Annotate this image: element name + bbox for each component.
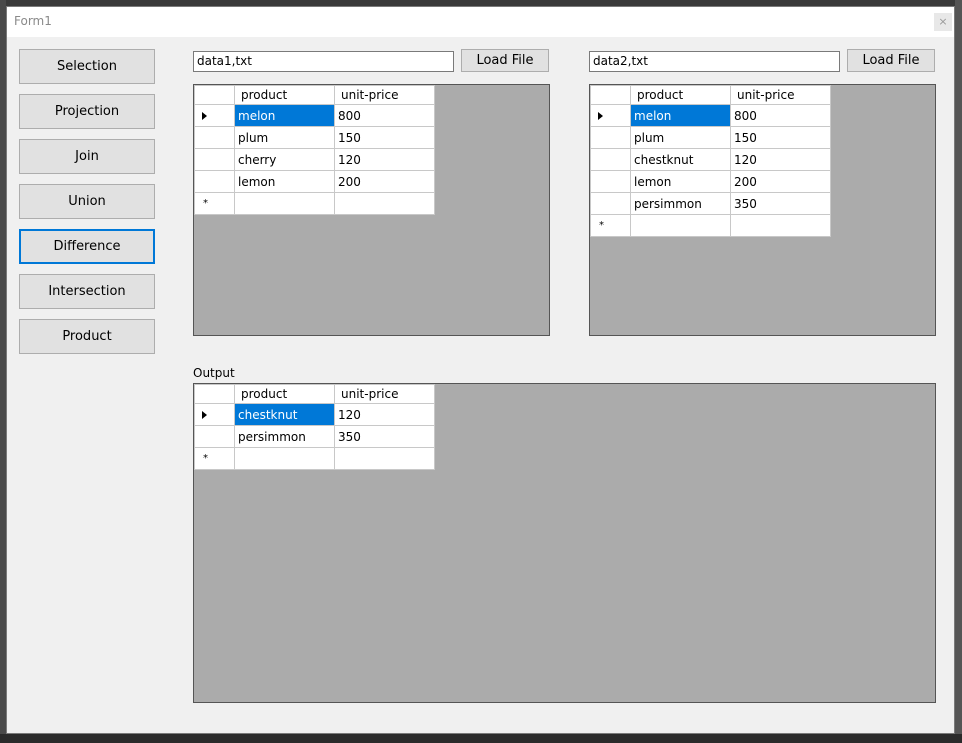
table-row[interactable]: plum 150 (194, 126, 435, 149)
selection-button[interactable]: Selection (19, 49, 155, 84)
column-header-unit-price[interactable]: unit-price (334, 85, 435, 105)
intersection-button[interactable]: Intersection (19, 274, 155, 309)
table-row[interactable]: persimmon 350 (590, 192, 831, 215)
output-table: product unit-price chestknut 120 persimm… (194, 384, 435, 470)
new-row[interactable]: * (590, 214, 831, 237)
grid-corner-header (590, 85, 631, 105)
cell-unit-price[interactable]: 120 (334, 148, 435, 171)
new-row[interactable]: * (194, 447, 435, 470)
new-cell-product[interactable] (630, 214, 731, 237)
new-row-icon: * (203, 198, 208, 209)
cell-unit-price[interactable]: 120 (730, 148, 831, 171)
data2-load-file-button[interactable]: Load File (847, 49, 935, 72)
data2-table: product unit-price melon 800 plum 150 ch… (590, 85, 831, 237)
data2-grid[interactable]: product unit-price melon 800 plum 150 ch… (589, 84, 936, 336)
cell-unit-price[interactable]: 150 (730, 126, 831, 149)
row-header[interactable] (194, 148, 235, 171)
grid-corner-header (194, 384, 235, 404)
cell-product[interactable]: persimmon (630, 192, 731, 215)
row-pointer-icon (202, 112, 207, 120)
grid-corner-header (194, 85, 235, 105)
cell-product[interactable]: melon (630, 104, 731, 127)
row-header[interactable] (194, 425, 235, 448)
new-row-icon: * (203, 453, 208, 464)
column-header-product[interactable]: product (234, 85, 335, 105)
column-header-unit-price[interactable]: unit-price (334, 384, 435, 404)
table-row[interactable]: lemon 200 (590, 170, 831, 193)
cell-product[interactable]: cherry (234, 148, 335, 171)
cell-product[interactable]: chestknut (630, 148, 731, 171)
new-cell-unit-price[interactable] (334, 192, 435, 215)
product-button[interactable]: Product (19, 319, 155, 354)
row-header[interactable] (590, 126, 631, 149)
column-header-product[interactable]: product (234, 384, 335, 404)
cell-unit-price[interactable]: 200 (730, 170, 831, 193)
new-row-icon: * (599, 220, 604, 231)
close-icon[interactable]: × (934, 13, 952, 31)
table-row[interactable]: persimmon 350 (194, 425, 435, 448)
projection-button[interactable]: Projection (19, 94, 155, 129)
current-row-indicator[interactable] (194, 104, 235, 127)
cell-product[interactable]: lemon (234, 170, 335, 193)
current-row-indicator[interactable] (590, 104, 631, 127)
table-row[interactable]: lemon 200 (194, 170, 435, 193)
cell-unit-price[interactable]: 120 (334, 403, 435, 426)
row-header[interactable] (590, 170, 631, 193)
new-row-header[interactable]: * (590, 214, 631, 237)
table-row[interactable]: melon 800 (194, 104, 435, 127)
form-window: Form1 × Selection Projection Join Union … (6, 6, 955, 734)
desktop-background-right (955, 0, 962, 743)
row-pointer-icon (202, 411, 207, 419)
cell-unit-price[interactable]: 200 (334, 170, 435, 193)
data1-table: product unit-price melon 800 plum 150 ch… (194, 85, 435, 215)
cell-product[interactable]: plum (630, 126, 731, 149)
difference-button[interactable]: Difference (19, 229, 155, 264)
row-header[interactable] (194, 126, 235, 149)
cell-product[interactable]: persimmon (234, 425, 335, 448)
column-header-product[interactable]: product (630, 85, 731, 105)
cell-product[interactable]: plum (234, 126, 335, 149)
new-cell-unit-price[interactable] (730, 214, 831, 237)
desktop-background-bottom (0, 734, 962, 743)
new-row-header[interactable]: * (194, 447, 235, 470)
cell-unit-price[interactable]: 150 (334, 126, 435, 149)
row-pointer-icon (598, 112, 603, 120)
table-row[interactable]: plum 150 (590, 126, 831, 149)
title-bar: Form1 × (7, 7, 954, 37)
output-label: Output (193, 366, 235, 380)
cell-product[interactable]: chestknut (234, 403, 335, 426)
column-header-unit-price[interactable]: unit-price (730, 85, 831, 105)
union-button[interactable]: Union (19, 184, 155, 219)
data1-grid[interactable]: product unit-price melon 800 plum 150 ch… (193, 84, 550, 336)
data2-file-input[interactable]: data2,txt (589, 51, 840, 72)
table-row[interactable]: cherry 120 (194, 148, 435, 171)
row-header[interactable] (194, 170, 235, 193)
output-grid[interactable]: product unit-price chestknut 120 persimm… (193, 383, 936, 703)
row-header[interactable] (590, 192, 631, 215)
row-header[interactable] (590, 148, 631, 171)
window-title: Form1 (14, 14, 52, 28)
data1-file-input[interactable]: data1,txt (193, 51, 454, 72)
join-button[interactable]: Join (19, 139, 155, 174)
cell-unit-price[interactable]: 800 (730, 104, 831, 127)
table-row[interactable]: chestknut 120 (194, 403, 435, 426)
current-row-indicator[interactable] (194, 403, 235, 426)
new-cell-product[interactable] (234, 192, 335, 215)
cell-unit-price[interactable]: 350 (334, 425, 435, 448)
new-cell-product[interactable] (234, 447, 335, 470)
new-row[interactable]: * (194, 192, 435, 215)
new-row-header[interactable]: * (194, 192, 235, 215)
cell-product[interactable]: melon (234, 104, 335, 127)
data1-load-file-button[interactable]: Load File (461, 49, 549, 72)
cell-product[interactable]: lemon (630, 170, 731, 193)
new-cell-unit-price[interactable] (334, 447, 435, 470)
table-row[interactable]: melon 800 (590, 104, 831, 127)
cell-unit-price[interactable]: 350 (730, 192, 831, 215)
table-row[interactable]: chestknut 120 (590, 148, 831, 171)
cell-unit-price[interactable]: 800 (334, 104, 435, 127)
